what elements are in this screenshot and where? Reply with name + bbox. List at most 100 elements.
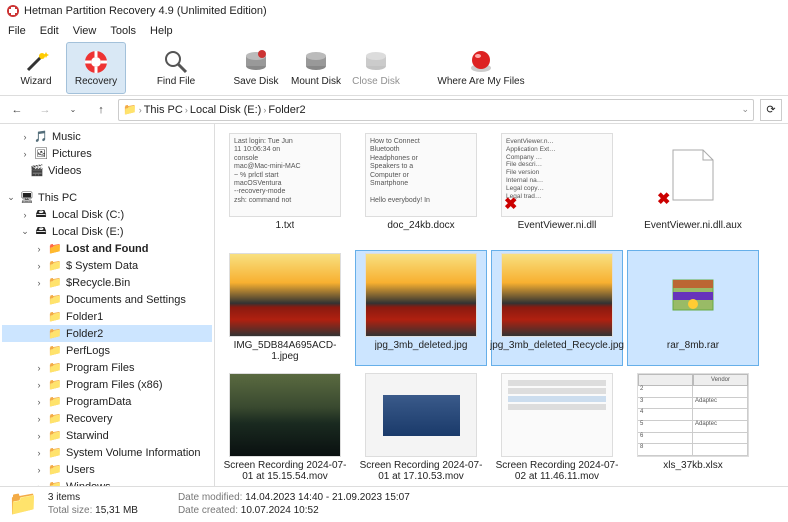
chevron-icon: › — [34, 278, 44, 288]
folder-icon: 📁 — [48, 327, 62, 341]
sidebar-item-folder[interactable]: ›📁Recovery — [2, 410, 212, 427]
breadcrumb[interactable]: 📁 › This PC › Local Disk (E:) › Folder2 … — [118, 99, 754, 121]
forward-button[interactable]: → — [34, 99, 56, 121]
sidebar-item-folder[interactable]: ›📁Program Files (x86) — [2, 376, 212, 393]
folder-icon: 📁 — [48, 276, 62, 290]
sidebar-item-folder[interactable]: ›📁ProgramData — [2, 393, 212, 410]
chevron-icon: › — [34, 261, 44, 271]
navbar: ← → ⌄ ↑ 📁 › This PC › Local Disk (E:) › … — [0, 96, 788, 124]
file-item[interactable]: Screen Recording 2024-07-02 at 11.46.11.… — [491, 370, 623, 486]
sidebar-item-thispc[interactable]: ⌄🖥This PC — [2, 189, 212, 206]
refresh-button[interactable]: ⟳ — [760, 99, 782, 121]
chevron-icon: › — [34, 431, 44, 441]
redbutton-icon — [467, 48, 495, 76]
main: ›🎵Music ›🖼Pictures 🎬Videos ⌄🖥This PC ›🖴L… — [0, 124, 788, 486]
folder-icon: 📁 — [48, 293, 62, 307]
mov-thumb — [365, 373, 477, 457]
sidebar-item-folder[interactable]: ›📁$Recycle.Bin — [2, 274, 212, 291]
sidebar-item-folder[interactable]: 📁Folder1 — [2, 308, 212, 325]
folder-icon: 📁 — [48, 463, 62, 477]
sidebar-item-folder[interactable]: ›📁System Volume Information — [2, 444, 212, 461]
chevron-icon: › — [34, 482, 44, 487]
folder-icon: 📁 — [48, 310, 62, 324]
dll-preview: EventViewer.n… Application Ext… Company … — [501, 133, 613, 217]
chevron-icon: › — [34, 363, 44, 373]
back-button[interactable]: ← — [6, 99, 28, 121]
sidebar-item-folder[interactable]: ›📁$ System Data — [2, 257, 212, 274]
file-item[interactable]: rar_8mb.rar — [627, 250, 759, 366]
pictures-icon: 🖼 — [34, 147, 48, 161]
file-item[interactable]: jpg_3mb_deleted_Recycle.jpg — [491, 250, 623, 366]
folder-icon: 📁 — [8, 489, 38, 518]
folder-icon: 📁 — [48, 395, 62, 409]
sidebar-item-drive-e[interactable]: ⌄🖴Local Disk (E:) — [2, 223, 212, 240]
sidebar-item-folder[interactable]: 📁Folder2 — [2, 325, 212, 342]
sidebar-item-folder[interactable]: ›📁Users — [2, 461, 212, 478]
crumb-thispc[interactable]: This PC — [144, 104, 183, 116]
file-item[interactable]: Screen Recording 2024-07-01 at 17.10.53.… — [355, 370, 487, 486]
sidebar-item-folder[interactable]: ›📁Program Files — [2, 359, 212, 376]
file-item[interactable]: How to Connect Bluetooth Headphones or S… — [355, 130, 487, 246]
menu-help[interactable]: Help — [150, 25, 173, 37]
menu-edit[interactable]: Edit — [40, 25, 59, 37]
up-button[interactable]: ↑ — [90, 99, 112, 121]
lifebuoy-icon — [82, 48, 110, 76]
sidebar: ›🎵Music ›🖼Pictures 🎬Videos ⌄🖥This PC ›🖴L… — [0, 124, 215, 486]
sidebar-item-drive-c[interactable]: ›🖴Local Disk (C:) — [2, 206, 212, 223]
rar-thumb — [637, 253, 749, 337]
chevron-icon: › — [34, 380, 44, 390]
x-icon: ✖ — [657, 189, 670, 209]
chevron-right-icon: › — [139, 105, 142, 115]
folder-icon: 📁 — [48, 242, 62, 256]
sidebar-item-pictures[interactable]: ›🖼Pictures — [2, 145, 212, 162]
chevron-icon: › — [34, 448, 44, 458]
file-item[interactable]: Screen Recording 2024-07-01 at 15.15.54.… — [219, 370, 351, 486]
file-item[interactable]: ✖EventViewer.ni.dll.aux — [627, 130, 759, 246]
savedisk-icon — [242, 48, 270, 76]
crumb-folder[interactable]: Folder2 — [268, 104, 305, 116]
folder-icon: 📁 — [48, 429, 62, 443]
sidebar-item-folder[interactable]: 📁PerfLogs — [2, 342, 212, 359]
folder-icon: 📁 — [48, 259, 62, 273]
folder-icon: 📁 — [123, 103, 137, 116]
mov-thumb — [501, 373, 613, 457]
file-item[interactable]: jpg_3mb_deleted.jpg — [355, 250, 487, 366]
wheremyfiles-button[interactable]: Where Are My Files — [426, 42, 536, 94]
file-item[interactable]: Vendor 2 3Adaptec 4 5Adaptec 6 8 xls_37k… — [627, 370, 759, 486]
sidebar-item-videos[interactable]: 🎬Videos — [2, 162, 212, 179]
dropdown-button[interactable]: ⌄ — [62, 99, 84, 121]
titlebar: Hetman Partition Recovery 4.9 (Unlimited… — [0, 0, 788, 22]
file-item[interactable]: EventViewer.n… Application Ext… Company … — [491, 130, 623, 246]
sidebar-item-folder[interactable]: ›📁Starwind — [2, 427, 212, 444]
savedisk-button[interactable]: Save Disk — [226, 42, 286, 94]
jpg-thumb — [501, 253, 613, 337]
drive-icon: 🖴 — [34, 225, 48, 239]
menu-file[interactable]: File — [8, 25, 26, 37]
jpg-thumb — [365, 253, 477, 337]
findfile-button[interactable]: Find File — [146, 42, 206, 94]
menu-tools[interactable]: Tools — [110, 25, 136, 37]
folder-icon: 📁 — [48, 378, 62, 392]
sidebar-item-music[interactable]: ›🎵Music — [2, 128, 212, 145]
menu-view[interactable]: View — [73, 25, 97, 37]
file-item[interactable]: Last login: Tue Jun 11 10:06:34 on conso… — [219, 130, 351, 246]
mountdisk-button[interactable]: Mount Disk — [286, 42, 346, 94]
chevron-icon: › — [34, 397, 44, 407]
wizard-button[interactable]: Wizard — [6, 42, 66, 94]
file-item[interactable]: IMG_5DB84A695ACD-1.jpeg — [219, 250, 351, 366]
chevron-down-icon[interactable]: ⌄ — [741, 104, 749, 115]
chevron-right-icon: › — [263, 105, 266, 115]
folder-icon: 📁 — [48, 446, 62, 460]
x-icon: ✖ — [504, 195, 517, 214]
sidebar-item-folder[interactable]: 📁Documents and Settings — [2, 291, 212, 308]
crumb-disk[interactable]: Local Disk (E:) — [190, 104, 262, 116]
folder-icon: 📁 — [48, 361, 62, 375]
chevron-icon: › — [34, 465, 44, 475]
window-title: Hetman Partition Recovery 4.9 (Unlimited… — [24, 5, 267, 17]
sidebar-item-folder[interactable]: ›📁Lost and Found — [2, 240, 212, 257]
magnifier-icon — [162, 48, 190, 76]
aux-thumb: ✖ — [637, 133, 749, 217]
recovery-button[interactable]: Recovery — [66, 42, 126, 94]
sidebar-item-folder[interactable]: ›📁Windows — [2, 478, 212, 486]
folder-icon: 📁 — [48, 344, 62, 358]
